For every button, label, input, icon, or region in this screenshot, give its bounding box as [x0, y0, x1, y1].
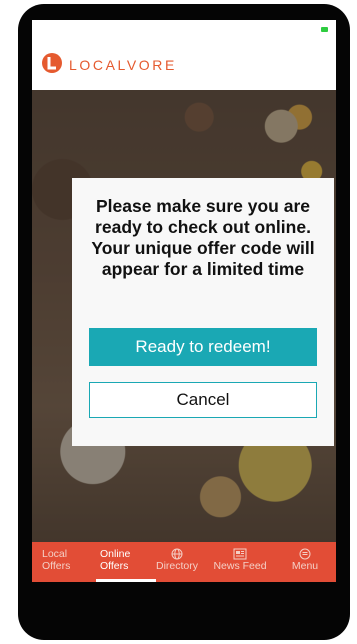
tab-directory-label: Directory — [155, 560, 198, 572]
ready-to-redeem-button[interactable]: Ready to redeem! — [89, 328, 317, 366]
status-bar — [32, 20, 336, 36]
active-tab-indicator — [96, 579, 156, 582]
tab-directory[interactable]: Directory — [148, 542, 206, 582]
battery-icon — [321, 27, 328, 32]
tab-menu-label: Menu — [291, 560, 319, 572]
tab-news-feed-label: News Feed — [213, 560, 267, 572]
cancel-button[interactable]: Cancel — [89, 382, 317, 418]
phone-frame: LOCALVORE Please make sure you are ready… — [18, 4, 350, 640]
menu-icon — [274, 548, 336, 560]
tab-menu[interactable]: Menu — [274, 542, 336, 582]
tab-online-offers-line1: Online — [100, 548, 131, 560]
tab-local-offers-line1: Local — [42, 548, 68, 560]
localvore-logo-icon — [42, 53, 62, 73]
tab-local-offers-line2: Offers — [42, 560, 71, 572]
bottom-tab-bar: Local Offers Online Offers Directory New… — [32, 542, 336, 582]
tab-news-feed[interactable]: News Feed — [206, 542, 274, 582]
app-screen: LOCALVORE Please make sure you are ready… — [32, 20, 336, 582]
logo-text: LOCALVORE — [69, 57, 177, 73]
newspaper-icon — [206, 548, 274, 560]
dialog-message: Please make sure you are ready to check … — [91, 196, 315, 279]
tab-online-offers[interactable]: Online Offers — [90, 542, 156, 582]
app-header: LOCALVORE — [32, 36, 336, 90]
globe-icon — [148, 548, 206, 560]
redeem-dialog: Please make sure you are ready to check … — [72, 178, 334, 446]
tab-online-offers-line2: Offers — [100, 560, 129, 572]
tab-local-offers[interactable]: Local Offers — [32, 542, 90, 582]
